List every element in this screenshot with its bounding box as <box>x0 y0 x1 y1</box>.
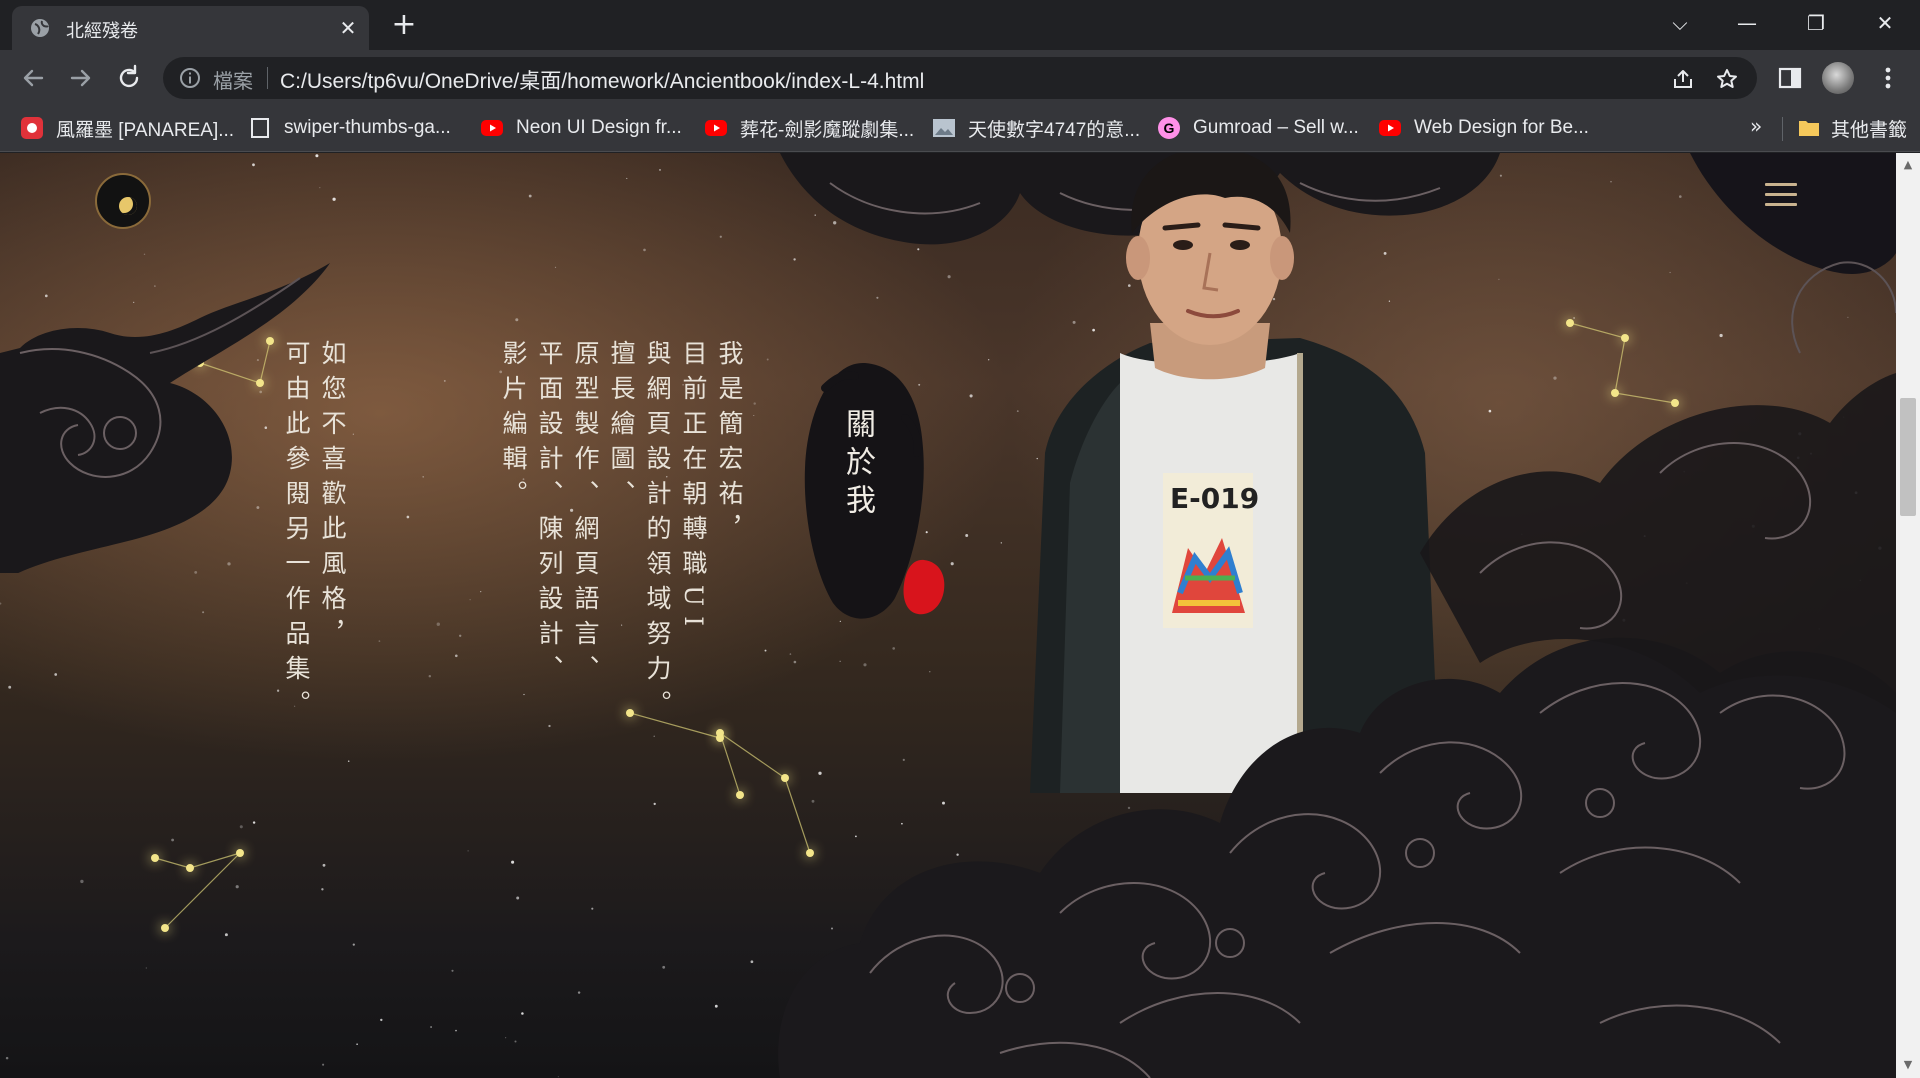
intro-line: 擅長繪圖、 <box>607 340 636 515</box>
back-arrow-icon[interactable] <box>18 63 48 93</box>
bookmarks-overflow-icon[interactable]: » <box>1750 114 1762 138</box>
tab-strip: 北經殘卷 ✕ + ⌵ — ❐ ✕ <box>0 0 1920 50</box>
info-icon[interactable] <box>179 67 201 89</box>
youtube-icon <box>705 120 727 136</box>
intro-line: 與網頁設計的領域努力。 <box>643 340 672 725</box>
bookmark-item[interactable]: 風羅墨 [PANAREA]... <box>20 114 234 142</box>
gumroad-icon: G <box>1158 117 1180 139</box>
youtube-icon <box>1379 120 1401 136</box>
bookmark-label: Gumroad – Sell w... <box>1193 117 1359 138</box>
address-bar[interactable]: 檔案 C:/Users/tp6vu/OneDrive/桌面/homework/A… <box>163 57 1757 99</box>
blank-page-icon <box>251 118 269 138</box>
youtube-icon <box>481 120 503 136</box>
image-icon <box>933 119 955 137</box>
tab-title: 北經殘卷 <box>66 21 138 42</box>
active-tab[interactable]: 北經殘卷 ✕ <box>12 6 369 50</box>
intro-text: 我是簡宏祐， 目前正在朝轉職UI 與網頁設計的領域努力。 擅長繪圖、 原型製作、… <box>495 340 747 760</box>
moon-icon <box>119 197 137 215</box>
bookmark-item[interactable]: G Gumroad – Sell w... <box>1157 114 1359 142</box>
tab-search-icon[interactable]: ⌵ <box>1665 10 1695 36</box>
minimize-icon[interactable]: — <box>1732 10 1762 36</box>
omnibox-divider <box>267 67 268 89</box>
side-panel-icon[interactable] <box>1776 64 1804 92</box>
alt-portfolio-line: 可由此參閱另一作品集。 <box>282 340 311 725</box>
share-icon[interactable] <box>1671 67 1695 91</box>
bookmarks-divider <box>1782 117 1783 141</box>
bookmark-label: 風羅墨 [PANAREA]... <box>56 119 235 141</box>
new-tab-button[interactable]: + <box>390 10 418 40</box>
bookmark-label: Neon UI Design fr... <box>516 117 682 138</box>
profile-avatar[interactable] <box>1822 62 1854 94</box>
page-scrollbar[interactable]: ▲ ▼ <box>1896 153 1920 1078</box>
browser-toolbar: 檔案 C:/Users/tp6vu/OneDrive/桌面/homework/A… <box>0 50 1920 106</box>
kebab-menu-icon[interactable] <box>1874 64 1902 92</box>
scroll-down-icon[interactable]: ▼ <box>1902 1059 1914 1071</box>
other-bookmarks-folder[interactable]: 其他書籤 <box>1797 114 1907 142</box>
reload-icon[interactable] <box>114 63 144 93</box>
bookmark-star-icon[interactable] <box>1715 67 1739 91</box>
security-chip[interactable]: 檔案 <box>213 65 253 94</box>
bookmark-item[interactable]: 天使數字4747的意... <box>932 114 1140 142</box>
intro-line: 平面設計、陳列設計、 <box>535 340 564 690</box>
forward-arrow-icon[interactable] <box>66 63 96 93</box>
alt-portfolio-link[interactable]: 如您不喜歡此風格， 可由此參閱另一作品集。 <box>278 340 350 760</box>
window-close-icon[interactable]: ✕ <box>1870 10 1900 36</box>
intro-line: 目前正在朝轉職UI <box>679 340 708 636</box>
alt-portfolio-line: 如您不喜歡此風格， <box>318 340 347 655</box>
about-me-title: 關於我 <box>840 408 875 522</box>
bookmark-label: swiper-thumbs-ga... <box>284 117 451 138</box>
intro-line: 影片編輯。 <box>499 340 528 515</box>
bookmark-item[interactable]: swiper-thumbs-ga... <box>248 114 451 142</box>
red-seal-icon <box>903 559 945 615</box>
bookmark-label: Web Design for Be... <box>1414 117 1589 138</box>
restore-icon[interactable]: ❐ <box>1801 10 1831 36</box>
tab-close-icon[interactable]: ✕ <box>337 17 359 39</box>
site-logo[interactable] <box>95 173 151 229</box>
red-app-icon <box>21 117 43 139</box>
bookmark-item[interactable]: Web Design for Be... <box>1378 114 1589 142</box>
bookmark-label: 天使數字4747的意... <box>968 119 1141 141</box>
bookmark-item[interactable]: 葬花-劍影魔蹤劇集... <box>704 114 914 142</box>
svg-text:G: G <box>1164 120 1175 136</box>
bookmark-item[interactable]: Neon UI Design fr... <box>480 114 682 142</box>
folder-icon <box>1799 121 1819 136</box>
intro-line: 我是簡宏祐， <box>715 340 744 550</box>
hamburger-menu-icon[interactable] <box>1765 183 1797 209</box>
intro-line: 原型製作、網頁語言、 <box>571 340 600 690</box>
bookmarks-bar: 風羅墨 [PANAREA]... swiper-thumbs-ga... Neo… <box>0 106 1920 152</box>
page-viewport: E-019 如您不喜歡此風格， 可由此參閱另一作品集。 我是簡宏祐， 目前正在朝… <box>0 153 1896 1078</box>
bookmark-label: 葬花-劍影魔蹤劇集... <box>740 119 915 141</box>
globe-icon <box>31 19 49 37</box>
scroll-up-icon[interactable]: ▲ <box>1902 159 1914 171</box>
other-bookmarks-label: 其他書籤 <box>1831 119 1908 141</box>
url-text[interactable]: C:/Users/tp6vu/OneDrive/桌面/homework/Anci… <box>280 65 924 95</box>
scrollbar-thumb[interactable] <box>1900 398 1916 516</box>
